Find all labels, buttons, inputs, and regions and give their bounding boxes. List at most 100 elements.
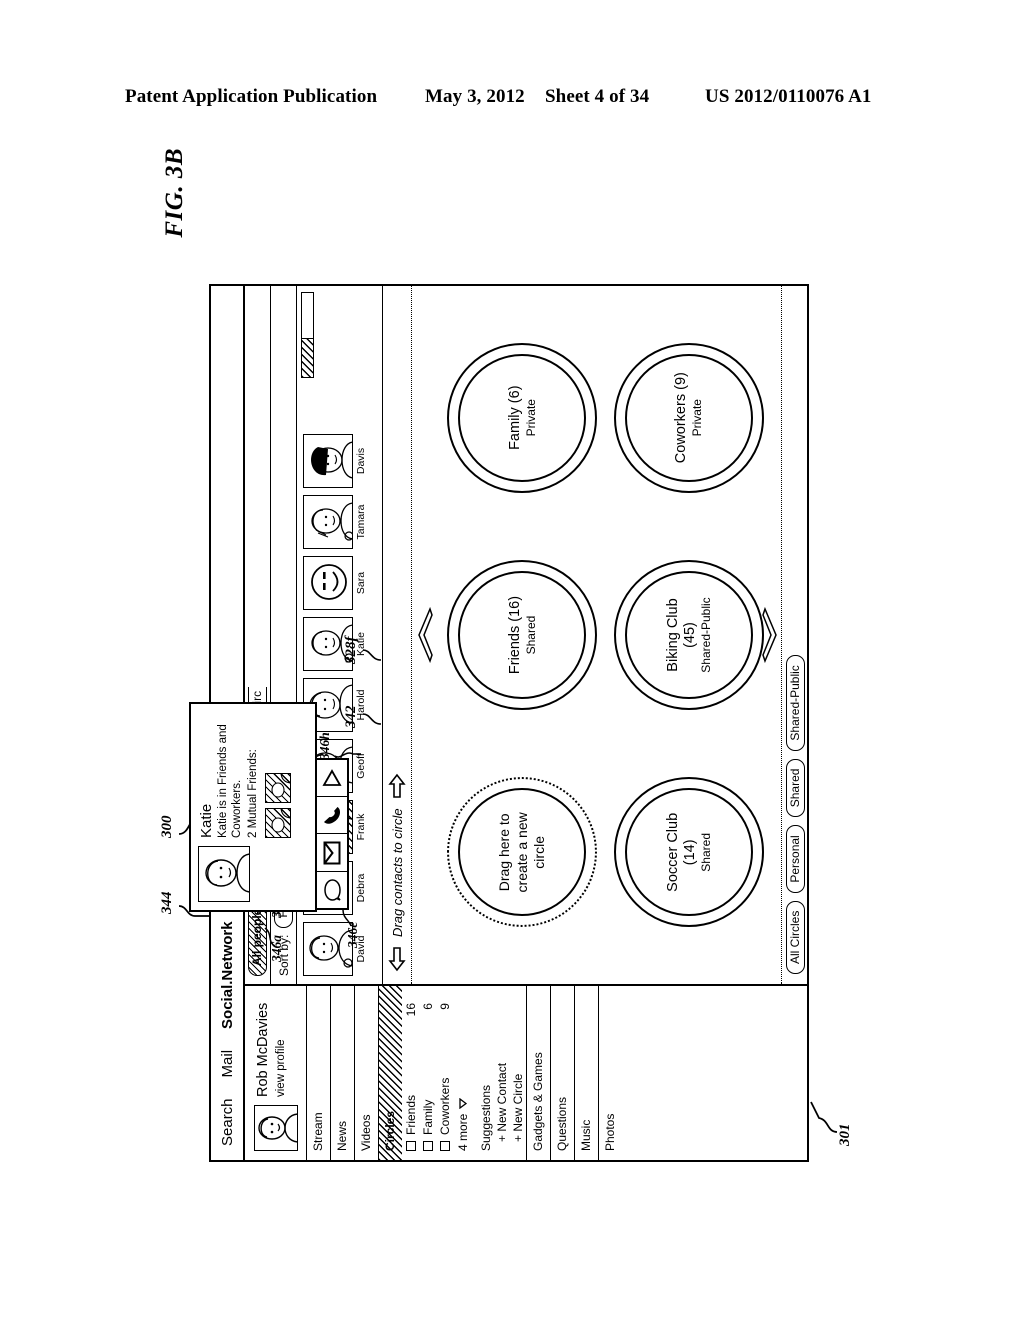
nav-item-mail[interactable]: Mail [219, 1050, 236, 1078]
sidebar-item-music[interactable]: Music [574, 986, 598, 1160]
sidebar-item-photos[interactable]: Photos [598, 986, 622, 1160]
sidebar-circle-friends[interactable]: Friends 16 [402, 986, 419, 1160]
sidebar-circle-coworkers-count: 9 [437, 1003, 452, 1010]
view-profile-link[interactable]: view profile [275, 1003, 287, 1097]
circle-friends-count: (16) [506, 595, 523, 622]
circles-canvas: Drag here to create a new circle Friends… [411, 286, 809, 984]
circle-coworkers-name: Coworkers [673, 393, 690, 464]
circle-coworkers-title: Coworkers (9) [673, 372, 690, 463]
sidebar-item-stream[interactable]: Stream [306, 986, 330, 1160]
filter-personal[interactable]: Personal [785, 825, 806, 893]
sidebar-circle-family-count: 6 [420, 1003, 435, 1010]
envelope-icon [323, 841, 341, 865]
person-avatar-icon [258, 1113, 298, 1143]
sidebar-circle-coworkers-label: Coworkers [437, 1077, 452, 1135]
mutual-friend-thumb[interactable] [264, 773, 291, 803]
contact-tamara[interactable]: Tamara [303, 495, 367, 549]
contact-name: Tamara [355, 504, 367, 540]
person-avatar-icon [311, 502, 353, 541]
drag-hint-label: Drag contacts to circle [389, 808, 405, 937]
contact-davis[interactable]: Davis [303, 434, 367, 488]
nav-item-social-network[interactable]: Social.Network [219, 921, 236, 1029]
circle-soccer-club-name: Soccer Club [664, 812, 681, 892]
window-body: Rob McDavies view profile Stream News Vi… [245, 286, 809, 1160]
popup-action-call[interactable] [317, 796, 347, 834]
circle-new-placeholder[interactable]: Drag here to create a new circle [447, 777, 598, 928]
popup-action-video[interactable] [317, 760, 347, 796]
circles-grid: Drag here to create a new circle Friends… [440, 312, 771, 958]
sidebar-suggestions-label[interactable]: Suggestions [473, 986, 494, 1160]
chevron-down-icon[interactable] [761, 607, 779, 663]
sidebar-circles-header[interactable]: Circles [378, 986, 402, 1160]
hatched-avatar-icon [271, 808, 291, 833]
checkbox-coworkers[interactable] [439, 1141, 450, 1151]
sidebar-circle-coworkers[interactable]: Coworkers 9 [436, 986, 453, 1160]
sidebar-item-news[interactable]: News [330, 986, 354, 1160]
circle-friends[interactable]: Friends (16) Shared [447, 560, 598, 711]
popup-contact-name: Katie [198, 803, 215, 838]
ref-301: 301 [837, 1123, 853, 1147]
circle-soccer-club-privacy: Shared [698, 833, 713, 872]
circle-coworkers-count: (9) [673, 372, 690, 390]
checkbox-friends[interactable] [405, 1141, 416, 1151]
contact-name: Frank [355, 813, 367, 841]
sidebar-circles-header-label: Circles [383, 1110, 397, 1151]
chevron-up-icon[interactable] [416, 607, 434, 663]
popup-mutual-friends [264, 712, 291, 838]
sidebar-circle-friends-count: 16 [403, 1003, 418, 1017]
publication-header: Patent Application Publication May 3, 20… [0, 86, 1024, 108]
contact-name: Sara [355, 571, 367, 595]
mutual-friend-thumb[interactable] [264, 808, 291, 838]
ref-344: 344 [159, 891, 175, 915]
popup-avatar [198, 846, 250, 902]
filter-all-circles[interactable]: All Circles [785, 900, 806, 974]
sidebar-new-contact[interactable]: + New Contact [494, 986, 510, 1160]
ref-346e: 346e [345, 921, 360, 948]
circle-coworkers[interactable]: Coworkers (9) Private [613, 342, 764, 493]
popup-action-bar [315, 758, 349, 910]
circle-family-title: Family (6) [507, 385, 524, 449]
sidebar-more-circles[interactable]: 4 more [453, 986, 473, 1160]
circle-friends-name: Friends [506, 625, 523, 675]
popup-action-mail[interactable] [317, 833, 347, 871]
person-avatar-icon [205, 853, 250, 893]
circle-inner: Drag here to create a new circle [458, 788, 587, 917]
contact-photo [303, 495, 353, 549]
popup-action-chat[interactable] [317, 870, 347, 908]
scrollbar-thumb[interactable] [302, 338, 313, 377]
smiley-avatar-icon [311, 564, 347, 600]
hatched-avatar-icon [271, 773, 291, 798]
publication-number: US 2012/0110076 A1 [705, 86, 872, 107]
sidebar-item-videos[interactable]: Videos [354, 986, 378, 1160]
ref-342: 342 [343, 705, 359, 729]
contact-sara[interactable]: Sara [303, 556, 367, 610]
circle-biking-club[interactable]: Biking Club (45) Shared-Public [613, 560, 764, 711]
contact-name: Debra [355, 873, 367, 903]
contacts-scrollbar[interactable] [301, 292, 314, 378]
filter-shared[interactable]: Shared [785, 758, 806, 818]
drag-arrow-right-icon [388, 774, 406, 799]
ref-300: 300 [159, 815, 175, 839]
circle-family[interactable]: Family (6) Private [447, 342, 598, 493]
circle-inner: Coworkers (9) Private [624, 353, 753, 482]
sidebar-item-gadgets-games[interactable]: Gadgets & Games [526, 986, 550, 1160]
checkbox-family[interactable] [422, 1141, 433, 1151]
circle-inner: Friends (16) Shared [458, 571, 587, 700]
circle-inner: Family (6) Private [458, 353, 587, 482]
sidebar-item-questions[interactable]: Questions [550, 986, 574, 1160]
drag-arrow-left-icon [388, 947, 406, 972]
contact-popup-card[interactable]: Katie Katie is in Friends and Coworkers.… [189, 702, 349, 912]
nav-item-search[interactable]: Search [219, 1098, 236, 1146]
sidebar: Rob McDavies view profile Stream News Vi… [245, 984, 809, 1160]
filter-shared-public[interactable]: Shared-Public [785, 655, 806, 751]
sheet-number: Sheet 4 of 34 [545, 86, 650, 107]
circle-friends-privacy: Shared [523, 615, 538, 655]
contact-photo [303, 556, 353, 610]
sidebar-circle-friends-label: Friends [403, 1094, 418, 1135]
circle-inner: Biking Club (45) Shared-Public [624, 571, 753, 700]
sidebar-new-circle[interactable]: + New Circle [510, 986, 526, 1160]
popup-status-text: Katie is in Friends and Coworkers. [217, 724, 244, 838]
circle-soccer-club[interactable]: Soccer Club (14) Shared [613, 777, 764, 928]
profile-block[interactable]: Rob McDavies view profile [245, 986, 306, 1160]
sidebar-circle-family[interactable]: Family 6 [419, 986, 436, 1160]
